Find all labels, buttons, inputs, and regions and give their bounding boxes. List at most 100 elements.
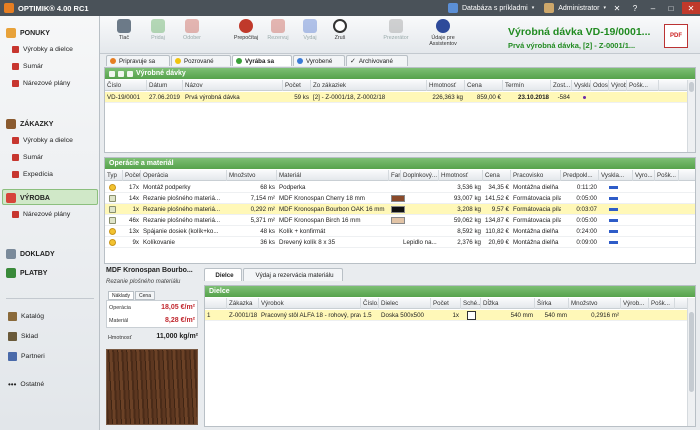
tab-archivovane[interactable]: ✓ Archivované — [346, 55, 408, 66]
table-cell: Montážna dielňa — [513, 239, 559, 246]
title-bar: OPTIMIK® 4.00 RC1 Databáza s príkladmi ▾… — [0, 0, 700, 16]
column-header: Pošk... — [655, 170, 679, 181]
sidebar-section-doklady[interactable]: DOKLADY — [6, 249, 55, 259]
sidebar-section-platby[interactable]: PLATBY — [6, 268, 47, 278]
sidebar-section-ponuky[interactable]: PONUKY — [6, 28, 50, 38]
table-cell: Pracovný stôl ALFA 18 - rohový, pravý — [261, 312, 361, 319]
sidebar-section-zakazky[interactable]: ZÁKAZKY — [6, 119, 53, 129]
progress-icon — [609, 241, 618, 244]
assistant-data-button[interactable]: Údaje pre Assistentov — [418, 19, 468, 47]
table-cell: 27.06.2019 — [149, 94, 180, 101]
weight-value: 11,000 kg/m² — [156, 333, 198, 340]
cut-plan-icon — [12, 211, 19, 218]
column-header: Názov — [183, 80, 283, 91]
sidebar-item-vyrobky[interactable]: Výrobky a dielce — [12, 46, 73, 53]
chevron-down-icon[interactable]: ▾ — [603, 5, 606, 11]
tab-pripravuje[interactable]: Pripravuje sa — [106, 55, 170, 66]
status-dot-icon — [110, 58, 116, 64]
table-row[interactable]: 1 Z-0001/18 Pracovný stôl ALFA 18 - rohový… — [205, 310, 695, 321]
tab-pozrovane[interactable]: Pozrované — [171, 55, 231, 66]
table-cell: Rezanie plošného materiá... — [143, 217, 221, 224]
column-header: Vyskladn... — [572, 80, 591, 91]
add-button[interactable]: Pridaj — [140, 19, 176, 41]
chevron-down-icon[interactable]: ▾ — [532, 5, 535, 11]
sidebar-item-expedicia[interactable]: Expedícia — [12, 171, 53, 178]
tab-naklady[interactable]: Náklady — [108, 291, 134, 300]
column-header: Pošk... — [649, 298, 675, 309]
table-row[interactable]: 13x Spájanie dosiek (kolík+ko... 48 ks Kolí… — [105, 226, 695, 237]
table-cell: 540 mm — [510, 312, 533, 319]
scrollbar[interactable] — [687, 298, 695, 426]
table-cell: 20,69 € — [488, 239, 509, 246]
table-row[interactable]: 9x Kolíkovanie 36 ks Drevený kolík 8 x 35 Le… — [105, 237, 695, 248]
column-header: Odosl... — [593, 80, 609, 91]
table-cell: [2] - Z-0001/18, Z-0002/18 — [313, 94, 386, 101]
table-cell: 134,87 € — [485, 217, 510, 224]
tab-vyraba[interactable]: Vyrába sa — [232, 55, 292, 66]
user-selector[interactable]: Administrator — [558, 5, 599, 12]
sidebar-section-label: PONUKY — [20, 29, 50, 37]
column-header: Zo zákaziek — [311, 80, 427, 91]
minimize-button[interactable]: – — [646, 2, 660, 14]
help-icon[interactable]: ? — [628, 2, 642, 14]
sidebar-item-katalog[interactable]: Katalóg — [8, 312, 44, 321]
column-header: Zost... — [553, 80, 572, 91]
column-header: Číslo... — [363, 298, 379, 309]
table-row[interactable]: 1x Rezanie plošného materiá... 0,292 m² MDF… — [105, 204, 695, 215]
table-cell — [401, 215, 439, 226]
tab-cena[interactable]: Cena — [135, 291, 155, 300]
sidebar-item-label: Výrobky a dielce — [23, 46, 73, 53]
database-selector[interactable]: Databáza s príkladmi — [462, 5, 528, 12]
print-button[interactable]: Tlač — [106, 19, 142, 41]
table-cell: 1x — [132, 206, 139, 213]
scrollbar[interactable] — [687, 80, 695, 152]
tools-icon[interactable]: ✕ — [610, 2, 624, 14]
cancel-button[interactable]: Zruš — [322, 19, 358, 41]
user-icon — [544, 3, 555, 13]
sidebar-item-sumar[interactable]: Sumár — [12, 63, 43, 70]
sidebar-item-ostatne[interactable]: ••• Ostatné — [8, 380, 44, 389]
column-header: Typ — [105, 170, 123, 181]
sidebar-item-sumar[interactable]: Sumár — [12, 154, 43, 161]
table-cell — [401, 182, 439, 193]
table-cell: 0:09:00 — [576, 239, 597, 246]
viewer-button[interactable]: Prezerátor — [378, 19, 414, 41]
sidebar-item-vyrobky[interactable]: Výrobky a dielce — [12, 137, 73, 144]
close-button[interactable]: ✕ — [682, 2, 700, 14]
table-row[interactable]: VD-19/0001 27.06.2019 Prvá výrobná dávka 59… — [105, 92, 695, 103]
sidebar-item-sklad[interactable]: Sklad — [8, 332, 38, 341]
sidebar-item-partneri[interactable]: Partneri — [8, 352, 45, 361]
batches-header: Číslo Dátum Názov Počet Zo zákaziek Hmotnosť C… — [105, 80, 695, 91]
table-cell: Rezanie plošného materiá... — [143, 195, 221, 202]
edit-icon[interactable] — [118, 70, 124, 77]
printer-icon — [117, 19, 131, 33]
sum-icon — [12, 63, 19, 70]
viewer-icon — [389, 19, 403, 33]
sidebar-item-narezove[interactable]: Nárezové plány — [12, 211, 70, 218]
database-icon — [447, 3, 458, 13]
sidebar-section-vyroba[interactable]: VÝROBA — [6, 193, 50, 203]
more-icon: ••• — [8, 380, 17, 389]
remove-button[interactable]: Odober — [174, 19, 210, 41]
table-cell: 48 ks — [260, 228, 275, 235]
status-dot-icon — [583, 96, 586, 99]
table-row[interactable]: 46x Rezanie plošného materiá... 5,371 m² MD… — [105, 215, 695, 226]
table-row[interactable]: 17x Montáž podperky 68 ks Podperka 3,536 kg 3… — [105, 182, 695, 193]
pdf-icon[interactable]: PDF — [664, 24, 688, 48]
reserve-button[interactable]: Rezervuj — [260, 19, 296, 41]
column-header: Hmotnosť — [427, 80, 465, 91]
column-header: Materiál — [277, 170, 389, 181]
table-cell: 3,208 kg — [457, 206, 481, 213]
tab-vydaj[interactable]: Výdaj a rezervácia materiálu — [243, 268, 343, 281]
table-row[interactable]: 14x Rezanie plošného materiá... 7,154 m² MD… — [105, 193, 695, 204]
maximize-button[interactable]: □ — [664, 2, 678, 14]
sidebar-item-narezove[interactable]: Nárezové plány — [12, 80, 70, 87]
table-cell: 2,376 kg — [457, 239, 481, 246]
tab-dielce[interactable]: Dielce — [204, 268, 242, 281]
table-cell: MDF Kronospan Cherry 18 mm — [279, 195, 365, 202]
recalculate-button[interactable]: Prepočítaj — [228, 19, 264, 41]
scheme-icon[interactable] — [467, 311, 476, 320]
remove-icon[interactable] — [127, 70, 133, 77]
tab-vyrobene[interactable]: Vyrobené — [293, 55, 345, 66]
add-icon[interactable] — [109, 70, 115, 77]
